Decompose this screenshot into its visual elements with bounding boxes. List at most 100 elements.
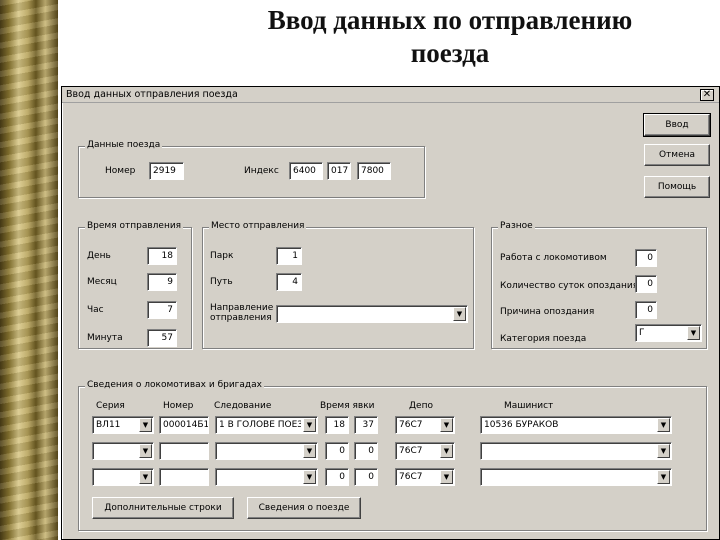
loco-work-field[interactable]: 0: [635, 249, 657, 267]
crew-row-2-number-field[interactable]: [159, 442, 209, 460]
train-index-label: Индекс: [244, 166, 279, 176]
departure-place-group-label: Место отправления: [209, 221, 307, 231]
crew-row-1-driver: 10536 БУРАКОВ: [484, 420, 559, 430]
delay-reason-field[interactable]: 0: [635, 301, 657, 319]
track-label: Путь: [210, 277, 233, 287]
direction-label-line1: Направление: [210, 303, 274, 313]
misc-group: Разное Работа с локомотивом 0 Количество…: [491, 221, 707, 349]
chevron-down-icon[interactable]: ▼: [440, 470, 453, 484]
crew-row-3-series-select[interactable]: ▼: [92, 468, 154, 486]
chevron-down-icon[interactable]: ▼: [303, 418, 316, 432]
park-field[interactable]: 1: [276, 247, 302, 265]
crew-row-1-driver-select[interactable]: 10536 БУРАКОВ ▼: [480, 416, 672, 434]
chevron-down-icon[interactable]: ▼: [657, 418, 670, 432]
train-data-group-label: Данные поезда: [85, 140, 163, 150]
departure-place-group: Место отправления Парк 1 Путь 4 Направле…: [202, 221, 474, 349]
cancel-button[interactable]: Отмена: [644, 144, 710, 166]
crew-row-3-minute-field[interactable]: 0: [354, 468, 378, 486]
park-label: Парк: [210, 251, 234, 261]
column-header-depot: Депо: [409, 401, 433, 411]
hour-field[interactable]: 7: [147, 301, 177, 319]
column-header-series: Серия: [96, 401, 125, 411]
chevron-down-icon[interactable]: ▼: [657, 444, 670, 458]
crew-row-3-driver-select[interactable]: ▼: [480, 468, 672, 486]
decorative-background-strip: [0, 0, 58, 540]
crew-row-1-following-select[interactable]: 1 В ГОЛОВЕ ПОЕЗ ▼: [215, 416, 318, 434]
slide-title-line1: Ввод данных по отправлению: [267, 5, 633, 35]
crew-row-1-series-select[interactable]: ВЛ11 ▼: [92, 416, 154, 434]
window-title: Ввод данных отправления поезда: [66, 89, 238, 100]
crews-group-label: Сведения о локомотивах и бригадах: [85, 380, 264, 390]
crew-row-1-number-field[interactable]: 000014Б1: [159, 416, 209, 434]
column-header-driver: Машинист: [504, 401, 554, 411]
crew-row-2-hour-field[interactable]: 0: [325, 442, 349, 460]
train-number-label: Номер: [105, 166, 136, 176]
column-header-number: Номер: [163, 401, 194, 411]
misc-group-label: Разное: [498, 221, 535, 231]
crew-row-1-following: 1 В ГОЛОВЕ ПОЕЗ: [219, 420, 301, 430]
train-index-part3-field[interactable]: 7800: [357, 162, 391, 180]
train-index-part2-field[interactable]: 017: [327, 162, 351, 180]
minute-label: Минута: [87, 333, 123, 343]
window-titlebar: Ввод данных отправления поезда ✕: [62, 87, 719, 103]
slide-title: Ввод данных по отправлению поезда: [180, 4, 720, 70]
departure-time-group: Время отправления День 18 Месяц 9 Час 7 …: [78, 221, 192, 349]
train-departure-dialog: Ввод данных отправления поезда ✕ Ввод От…: [61, 86, 720, 540]
direction-select[interactable]: ▼: [276, 305, 468, 323]
chevron-down-icon[interactable]: ▼: [687, 326, 700, 340]
departure-time-group-label: Время отправления: [85, 221, 184, 231]
crew-row-2-depot-select[interactable]: 76С7 ▼: [395, 442, 455, 460]
crew-row-1-depot: 76С7: [399, 420, 423, 430]
category-label: Категория поезда: [500, 334, 587, 344]
chevron-down-icon[interactable]: ▼: [440, 444, 453, 458]
loco-work-label: Работа с локомотивом: [500, 253, 607, 263]
slide-title-line2: поезда: [410, 38, 490, 68]
crew-row-3-depot-select[interactable]: 76С7 ▼: [395, 468, 455, 486]
delay-reason-label: Причина опоздания: [500, 307, 595, 317]
train-index-part1-field[interactable]: 6400: [289, 162, 323, 180]
crew-row-2-following-select[interactable]: ▼: [215, 442, 318, 460]
month-field[interactable]: 9: [147, 273, 177, 291]
crew-row-2-minute-field[interactable]: 0: [354, 442, 378, 460]
track-field[interactable]: 4: [276, 273, 302, 291]
crew-row-2-driver-select[interactable]: ▼: [480, 442, 672, 460]
crews-group: Сведения о локомотивах и бригадах Серия …: [78, 380, 707, 531]
delay-days-field[interactable]: 0: [635, 275, 657, 293]
category-select-value: Г: [639, 328, 645, 338]
crew-row-2-series-select[interactable]: ▼: [92, 442, 154, 460]
day-field[interactable]: 18: [147, 247, 177, 265]
chevron-down-icon[interactable]: ▼: [440, 418, 453, 432]
direction-label: Направление отправления: [210, 303, 273, 323]
crew-row-3-hour-field[interactable]: 0: [325, 468, 349, 486]
enter-button[interactable]: Ввод: [643, 113, 711, 137]
chevron-down-icon[interactable]: ▼: [139, 444, 152, 458]
category-select[interactable]: Г ▼: [635, 324, 702, 342]
chevron-down-icon[interactable]: ▼: [657, 470, 670, 484]
delay-days-label: Количество суток опоздания: [500, 281, 639, 291]
help-button[interactable]: Помощь: [644, 176, 710, 198]
crew-row-2-depot: 76С7: [399, 446, 423, 456]
crew-row-3-following-select[interactable]: ▼: [215, 468, 318, 486]
month-label: Месяц: [87, 277, 117, 287]
chevron-down-icon[interactable]: ▼: [453, 307, 466, 321]
extra-rows-button[interactable]: Дополнительные строки: [92, 497, 234, 519]
train-number-field[interactable]: 2919: [149, 162, 184, 180]
crew-row-1-series: ВЛ11: [96, 420, 121, 430]
close-icon: ✕: [702, 89, 712, 100]
train-data-group: Данные поезда Номер 2919 Индекс 6400 017…: [78, 140, 425, 198]
close-button[interactable]: ✕: [700, 89, 714, 101]
minute-field[interactable]: 57: [147, 329, 177, 347]
hour-label: Час: [87, 305, 104, 315]
column-header-following: Следование: [214, 401, 272, 411]
chevron-down-icon[interactable]: ▼: [139, 418, 152, 432]
crew-row-1-hour-field[interactable]: 18: [325, 416, 349, 434]
crew-row-3-depot: 76С7: [399, 472, 423, 482]
crew-row-3-number-field[interactable]: [159, 468, 209, 486]
train-info-button[interactable]: Сведения о поезде: [247, 497, 361, 519]
chevron-down-icon[interactable]: ▼: [303, 444, 316, 458]
crew-row-1-minute-field[interactable]: 37: [354, 416, 378, 434]
chevron-down-icon[interactable]: ▼: [303, 470, 316, 484]
chevron-down-icon[interactable]: ▼: [139, 470, 152, 484]
column-header-time: Время явки: [320, 401, 375, 411]
crew-row-1-depot-select[interactable]: 76С7 ▼: [395, 416, 455, 434]
